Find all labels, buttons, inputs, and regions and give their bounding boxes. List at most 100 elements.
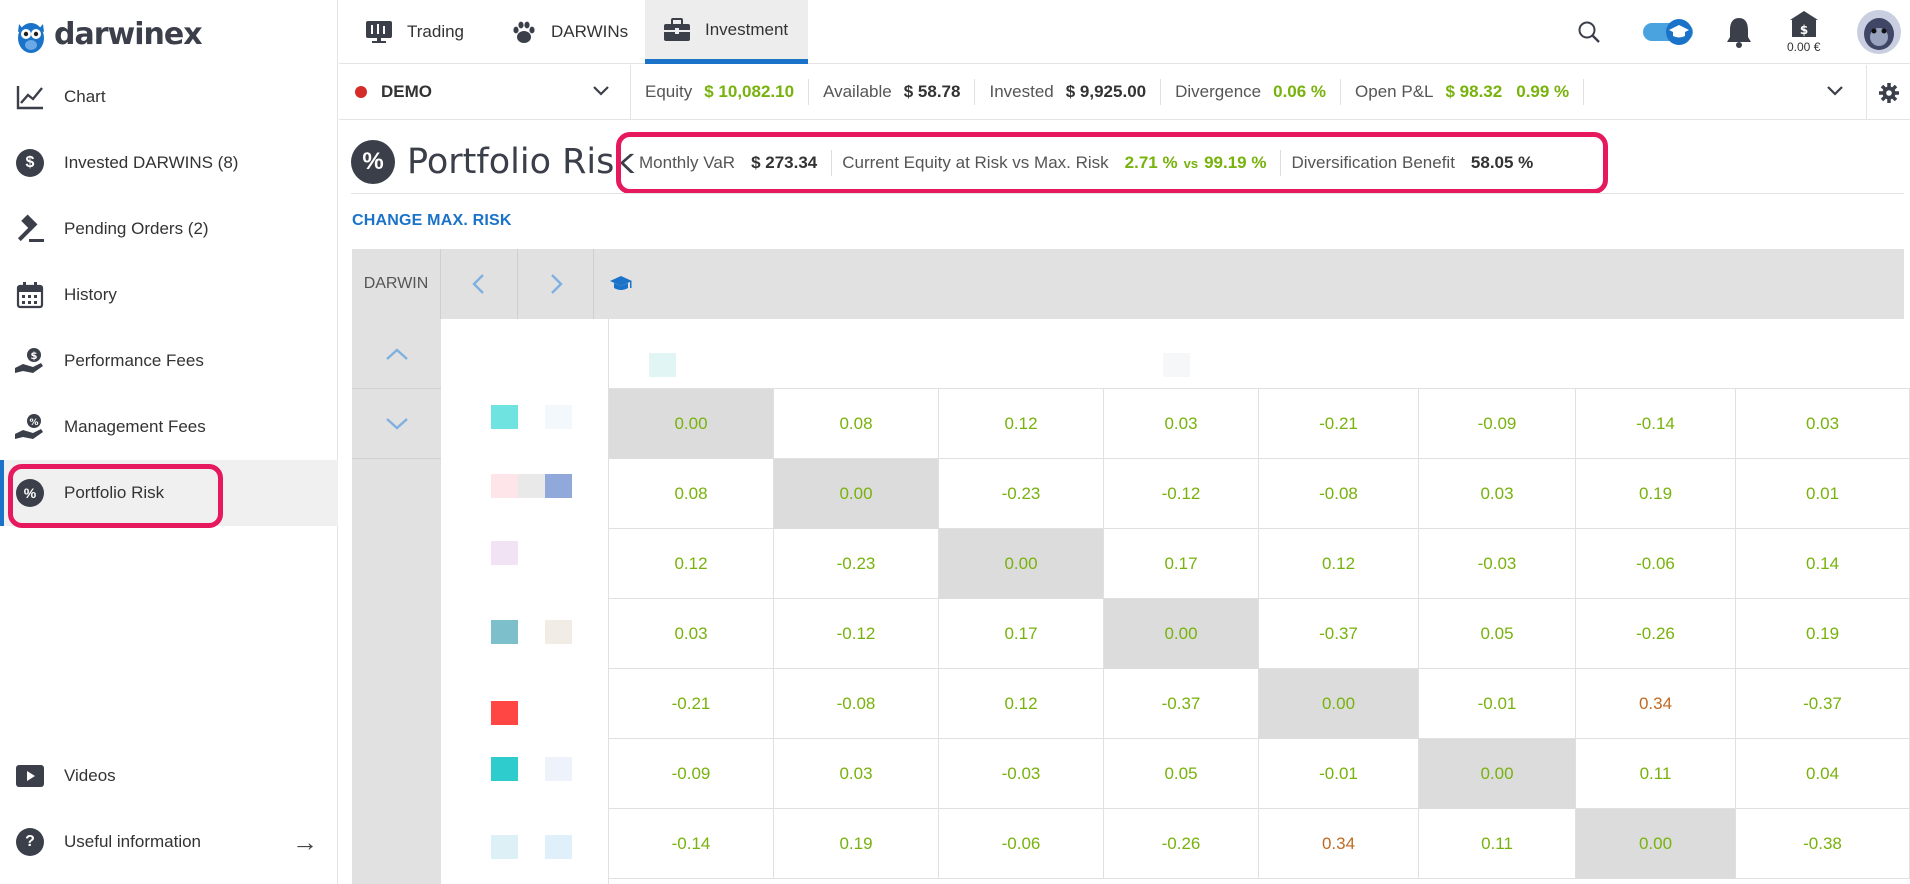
correlation-cell: -0.14 [1576, 389, 1736, 459]
sidebar-item-history[interactable]: History [0, 262, 338, 328]
open-pnl-metric: Open P&L $ 98.32 0.99 % [1341, 79, 1585, 105]
sidebar-item-videos[interactable]: Videos [0, 743, 338, 809]
available-metric: Available $ 58.78 [809, 79, 976, 105]
correlation-cell: -0.37 [1259, 599, 1419, 669]
notifications-button[interactable] [1725, 0, 1753, 64]
sidebar: darwinex Chart $ Invested DARWINS (8) Pe… [0, 0, 338, 884]
svg-text:$: $ [1800, 23, 1808, 37]
account-selector[interactable]: DEMO [339, 64, 631, 120]
sidebar-item-label: Pending Orders (2) [64, 219, 209, 238]
table-row: 0.08 0.00 -0.23 -0.12 -0.08 0.03 0.19 0.01 [609, 459, 1910, 529]
correlation-cell: 0.19 [774, 809, 939, 879]
correlation-cell: 0.34 [1259, 809, 1419, 879]
scroll-down-button[interactable] [352, 389, 441, 459]
prev-columns-button[interactable] [441, 249, 518, 319]
correlation-cell: -0.37 [1104, 669, 1259, 739]
sidebar-item-invested-darwins[interactable]: $ Invested DARWINS (8) [0, 130, 338, 196]
brand-name: darwinex [54, 16, 203, 52]
bank-house-icon: $ [1789, 11, 1818, 37]
metric-value: $ 98.32 [1445, 82, 1503, 101]
tab-trading[interactable]: Trading [355, 0, 474, 64]
tab-darwins[interactable]: DARWINs [501, 0, 638, 64]
graduation-cap-icon [1643, 19, 1693, 45]
diversification-benefit: Diversification Benefit 58.05 % [1281, 150, 1547, 176]
wallet-button[interactable]: $ 0.00 € [1787, 0, 1820, 64]
scroll-up-button[interactable] [352, 319, 441, 389]
correlation-cell: 0.03 [774, 739, 939, 809]
metric-label: Invested [989, 82, 1054, 101]
chevron-down-icon[interactable] [1826, 81, 1844, 99]
max-risk-value: 99.19 % [1204, 153, 1267, 172]
correlation-cell: 0.03 [1419, 459, 1576, 529]
correlation-cell: -0.12 [1104, 459, 1259, 529]
sidebar-item-performance-fees[interactable]: $ Performance Fees [0, 328, 338, 394]
correlation-cell: 0.00 [939, 529, 1104, 599]
correlation-cell: -0.08 [1259, 459, 1419, 529]
correlation-cell: -0.23 [774, 529, 939, 599]
sidebar-item-label: Videos [64, 766, 116, 785]
darwin-color-swatch [491, 835, 518, 859]
darwin-color-swatch [491, 701, 518, 725]
account-name: DEMO [381, 82, 432, 101]
user-avatar[interactable] [1856, 0, 1902, 64]
metric-value: 58.05 % [1470, 153, 1534, 172]
correlation-cell: 0.00 [1576, 809, 1736, 879]
correlation-cell: 0.03 [1104, 389, 1259, 459]
correlation-cell: -0.06 [1576, 529, 1736, 599]
sidebar-item-label: Invested DARWINS (8) [64, 153, 239, 172]
darwin-color-swatch [545, 474, 572, 498]
darwin-legend-column [441, 319, 609, 884]
darwin-color-swatch [491, 620, 518, 644]
correlation-cell: -0.26 [1576, 599, 1736, 669]
correlation-cell: -0.23 [939, 459, 1104, 529]
sidebar-item-chart[interactable]: Chart [0, 64, 338, 130]
correlation-cell: 0.11 [1419, 809, 1576, 879]
sidebar-item-label: Portfolio Risk [64, 483, 165, 502]
education-toggle[interactable] [1641, 0, 1697, 64]
correlation-cell: 0.11 [1576, 739, 1736, 809]
correlation-cell: 0.17 [939, 599, 1104, 669]
correlation-cell: -0.14 [609, 809, 774, 879]
correlation-cell: 0.00 [1259, 669, 1419, 739]
tab-label: Investment [705, 19, 789, 39]
metric-value: $ 10,082.10 [704, 82, 795, 101]
change-max-risk-link[interactable]: CHANGE MAX. RISK [352, 212, 512, 230]
darwin-color-swatch [491, 405, 518, 429]
tab-label: DARWINs [551, 22, 629, 41]
correlation-cell: 0.05 [1104, 739, 1259, 809]
correlation-cell: 0.19 [1576, 459, 1736, 529]
sidebar-item-label: Performance Fees [64, 351, 204, 370]
correlation-cell: 0.08 [774, 389, 939, 459]
briefcase-icon [664, 17, 690, 41]
graduation-cap-icon [610, 276, 632, 290]
metric-value-pct: 0.99 % [1516, 82, 1570, 101]
metric-value: 0.06 % [1273, 82, 1327, 101]
correlation-cell: -0.38 [1736, 809, 1910, 879]
metric-value: 2.71 % [1124, 153, 1178, 172]
darwin-color-swatch [545, 757, 572, 781]
next-columns-button[interactable] [518, 249, 594, 319]
tab-investment[interactable]: Investment [645, 0, 809, 64]
sidebar-item-pending-orders[interactable]: Pending Orders (2) [0, 196, 338, 262]
darwin-color-swatch [545, 835, 572, 859]
education-button[interactable] [606, 249, 636, 319]
arrow-right-icon[interactable]: → [292, 827, 318, 858]
hand-percent-icon: % [14, 411, 46, 443]
sidebar-item-management-fees[interactable]: % Management Fees [0, 394, 338, 460]
table-row: -0.14 0.19 -0.06 -0.26 0.34 0.11 0.00 -0.38 [609, 809, 1910, 879]
darwinex-logo[interactable]: darwinex [16, 10, 203, 58]
table-row: 0.12 -0.23 0.00 0.17 0.12 -0.03 -0.06 0.14 [609, 529, 1910, 599]
sidebar-item-useful-information[interactable]: ? Useful information → [0, 809, 338, 875]
sidebar-item-portfolio-risk[interactable]: % Portfolio Risk [0, 460, 338, 526]
search-button[interactable] [1577, 0, 1601, 64]
correlation-cell: -0.37 [1736, 669, 1910, 739]
play-icon [14, 760, 46, 792]
settings-button[interactable] [1866, 65, 1910, 120]
correlation-cell: -0.01 [1419, 669, 1576, 739]
percent-circle-icon: % [14, 477, 46, 509]
metric-label: Current Equity at Risk vs Max. Risk [842, 153, 1109, 172]
metric-label: Available [823, 82, 892, 101]
chevron-down-icon [593, 85, 609, 96]
dollar-circle-icon: $ [14, 147, 46, 179]
divider [351, 193, 1904, 194]
